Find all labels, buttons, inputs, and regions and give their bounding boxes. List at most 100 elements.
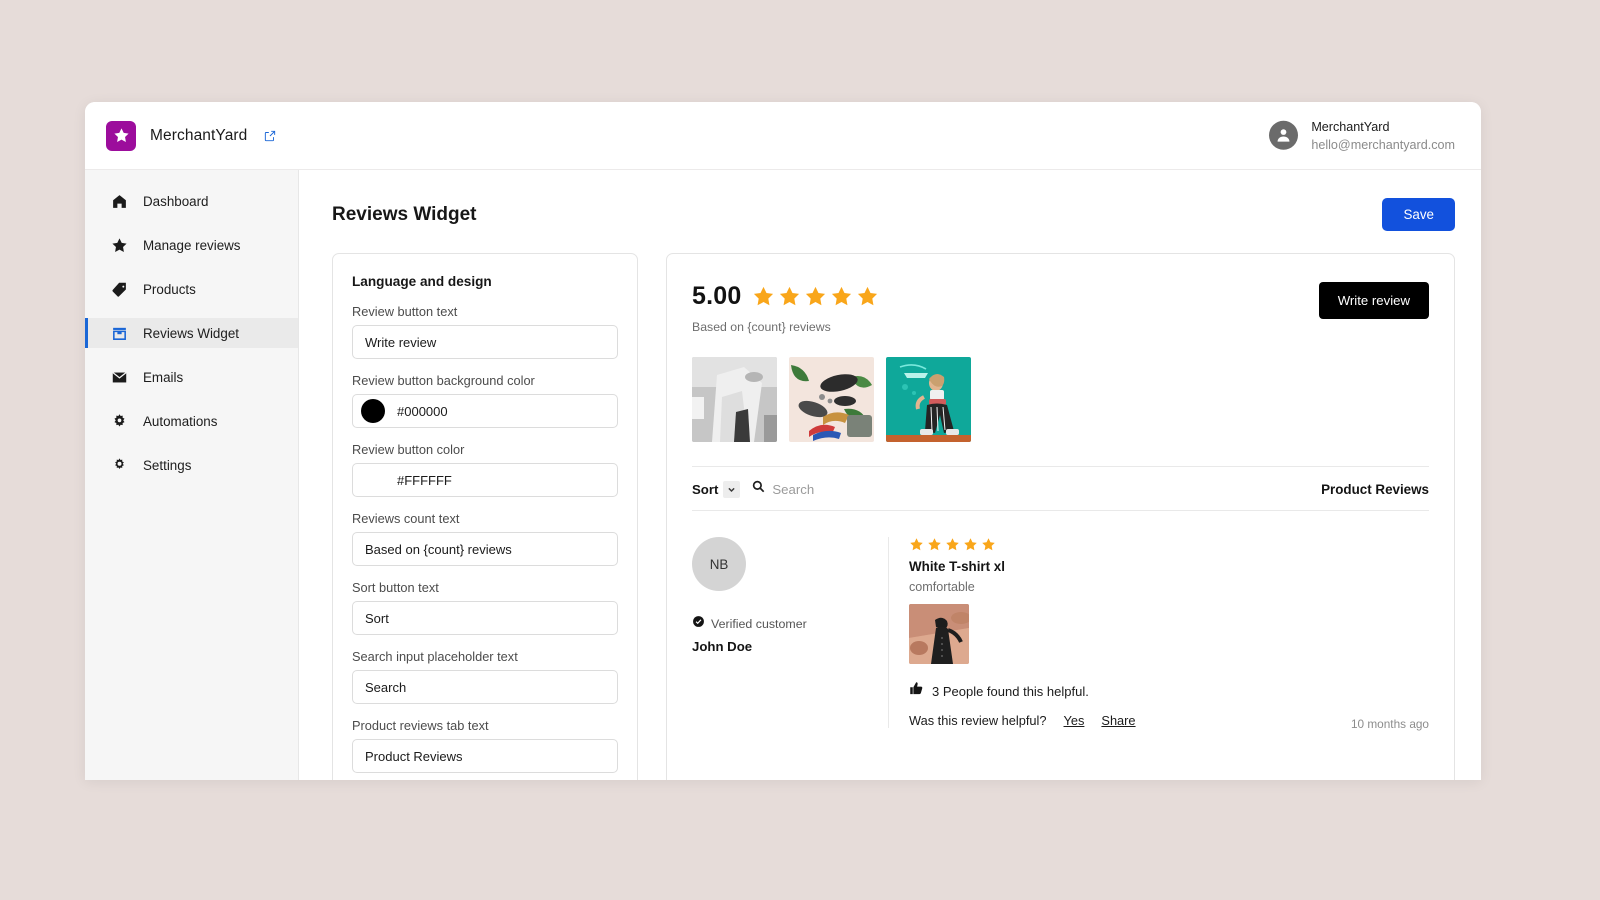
review-author: NB Verified customer John Doe	[692, 537, 888, 728]
star-icon	[928, 538, 941, 551]
search-input[interactable]: Search	[752, 480, 814, 498]
field-value: Based on {count} reviews	[365, 541, 512, 557]
search-placeholder: Search	[772, 481, 815, 497]
sort-button-text-input[interactable]: Sort	[352, 601, 618, 635]
user-account[interactable]: MerchantYard hello@merchantyard.com	[1269, 117, 1455, 154]
review-photo[interactable]	[909, 604, 969, 664]
widget-preview-panel: 5.00 Based on {count} reviews Write revi…	[666, 253, 1455, 780]
thumbs-up-icon	[909, 681, 924, 701]
page-header: Reviews Widget Save	[332, 198, 1455, 231]
field-product-reviews-tab-text: Product reviews tab text Product Reviews	[352, 718, 618, 773]
sort-label: Sort	[692, 481, 719, 497]
field-label: Reviews count text	[352, 511, 460, 526]
share-link[interactable]: Share	[1101, 713, 1135, 728]
star-icon	[982, 538, 995, 551]
save-button[interactable]: Save	[1382, 198, 1455, 231]
review-button-background-color-input[interactable]: #000000	[352, 394, 618, 428]
star-icon	[754, 286, 774, 306]
rating-count-text: Based on {count} reviews	[692, 320, 831, 334]
main-content: Reviews Widget Save Language and design …	[299, 170, 1481, 780]
tab-product-reviews[interactable]: Product Reviews	[1321, 482, 1429, 497]
reviews-toolbar: Sort Search Product Reviews	[692, 467, 1429, 511]
sidebar-item-emails[interactable]: Emails	[85, 362, 298, 392]
gallery-thumb-3[interactable]	[886, 357, 971, 442]
sidebar-item-label: Reviews Widget	[143, 325, 239, 341]
reviews-count-text-input[interactable]: Based on {count} reviews	[352, 532, 618, 566]
field-value: #FFFFFF	[397, 472, 452, 488]
page-title: Reviews Widget	[332, 203, 477, 225]
color-swatch[interactable]	[361, 399, 385, 423]
app-window: MerchantYard MerchantYard hello@merchant…	[85, 102, 1481, 780]
gears-icon	[110, 412, 128, 430]
chevron-down-icon	[723, 480, 741, 498]
field-label: Review button text	[352, 304, 458, 319]
external-link-icon[interactable]	[263, 129, 277, 143]
star-icon	[964, 538, 977, 551]
field-label: Review button color	[352, 442, 465, 457]
panel-title: Language and design	[352, 274, 492, 289]
field-label: Review button background color	[352, 373, 535, 388]
field-value: Write review	[365, 334, 437, 350]
language-and-design-panel: Language and design Review button text W…	[332, 253, 638, 780]
field-review-button-color: Review button color #FFFFFF	[352, 442, 618, 497]
sidebar-item-settings[interactable]: Settings	[85, 450, 298, 480]
field-search-input-placeholder-text: Search input placeholder text Search	[352, 649, 618, 704]
review-timestamp: 10 months ago	[1350, 717, 1429, 731]
envelope-icon	[110, 368, 128, 386]
sidebar-item-label: Manage reviews	[143, 237, 241, 253]
star-icon	[780, 286, 800, 306]
color-swatch[interactable]	[361, 468, 385, 492]
verified-text: Verified customer	[711, 617, 807, 631]
review-item: NB Verified customer John Doe White T-sh…	[692, 511, 1429, 731]
sidebar: Dashboard Manage reviews Products Review…	[85, 170, 299, 780]
helpful-yes-link[interactable]: Yes	[1064, 713, 1085, 728]
helpful-count-text: 3 People found this helpful.	[932, 683, 1089, 699]
photo-gallery	[692, 357, 1429, 442]
sidebar-item-manage-reviews[interactable]: Manage reviews	[85, 230, 298, 260]
brand-name: MerchantYard	[150, 126, 248, 144]
sidebar-item-label: Products	[143, 281, 196, 297]
gallery-thumb-1[interactable]	[692, 357, 777, 442]
brand[interactable]: MerchantYard	[85, 120, 277, 151]
search-placeholder-text-input[interactable]: Search	[352, 670, 618, 704]
field-sort-button-text: Sort button text Sort	[352, 580, 618, 635]
field-label: Search input placeholder text	[352, 649, 518, 664]
sidebar-item-automations[interactable]: Automations	[85, 406, 298, 436]
star-icon	[832, 286, 852, 306]
sidebar-nav-list: Dashboard Manage reviews Products Review…	[85, 186, 298, 480]
review-button-text-input[interactable]: Write review	[352, 325, 618, 359]
star-icon	[858, 286, 878, 306]
sidebar-item-label: Dashboard	[143, 193, 209, 209]
sidebar-item-label: Settings	[143, 457, 192, 473]
field-review-button-text: Review button text Write review	[352, 304, 618, 359]
search-icon	[752, 480, 765, 498]
person-icon	[1269, 121, 1299, 150]
sidebar-item-reviews-widget[interactable]: Reviews Widget	[85, 318, 298, 348]
star-icon	[106, 120, 136, 151]
field-value: Product Reviews	[365, 748, 463, 764]
sort-dropdown[interactable]: Sort	[692, 480, 741, 498]
rating-score: 5.00	[692, 282, 742, 310]
write-review-button[interactable]: Write review	[1318, 282, 1429, 319]
sidebar-item-products[interactable]: Products	[85, 274, 298, 304]
gallery-thumb-2[interactable]	[789, 357, 874, 442]
tag-icon	[110, 280, 128, 298]
field-label: Sort button text	[352, 580, 439, 595]
rating-stars	[752, 285, 879, 308]
home-icon	[110, 192, 128, 210]
review-author-name: John Doe	[692, 639, 753, 654]
star-icon	[110, 236, 128, 254]
gear-icon	[110, 456, 128, 474]
star-icon	[910, 538, 923, 551]
review-button-color-input[interactable]: #FFFFFF	[352, 463, 618, 497]
field-review-button-background-color: Review button background color #000000	[352, 373, 618, 428]
review-stars	[909, 537, 1429, 552]
top-bar: MerchantYard MerchantYard hello@merchant…	[85, 102, 1481, 170]
review-title: White T-shirt xl	[909, 559, 1005, 574]
field-value: #000000	[397, 403, 448, 419]
sidebar-item-label: Emails	[143, 369, 184, 385]
user-name: MerchantYard	[1311, 119, 1390, 134]
sidebar-item-dashboard[interactable]: Dashboard	[85, 186, 298, 216]
product-reviews-tab-text-input[interactable]: Product Reviews	[352, 739, 618, 773]
sidebar-item-label: Automations	[143, 413, 218, 429]
